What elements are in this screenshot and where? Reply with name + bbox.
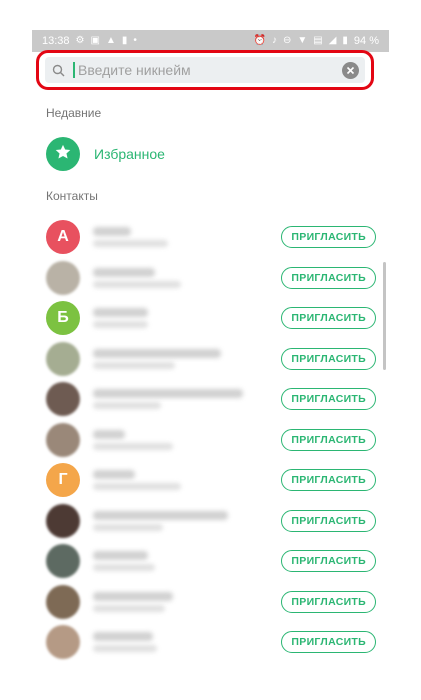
contact-row[interactable]: ПРИГЛАСИТЬ bbox=[46, 622, 376, 663]
contact-row[interactable]: Б ПРИГЛАСИТЬ bbox=[46, 298, 376, 339]
text-cursor bbox=[73, 62, 75, 78]
contact-name-blur bbox=[93, 308, 148, 318]
contact-subtitle-blur bbox=[93, 564, 155, 572]
favorites-avatar bbox=[46, 137, 80, 171]
search-icon bbox=[51, 63, 65, 77]
contact-avatar: Б bbox=[46, 301, 80, 336]
status-time: 13:38 bbox=[42, 35, 70, 47]
contact-subtitle-blur bbox=[93, 402, 161, 410]
contact-row[interactable]: ПРИГЛАСИТЬ bbox=[46, 541, 376, 582]
contact-name-blur bbox=[93, 348, 221, 358]
invite-button[interactable]: ПРИГЛАСИТЬ bbox=[281, 469, 376, 492]
invite-button[interactable]: ПРИГЛАСИТЬ bbox=[281, 307, 376, 330]
contact-name-blurred bbox=[93, 389, 281, 410]
search-bar[interactable] bbox=[45, 57, 365, 83]
contact-subtitle-blur bbox=[93, 645, 157, 653]
clear-icon[interactable] bbox=[342, 61, 359, 79]
search-highlight-frame bbox=[36, 50, 374, 90]
contact-subtitle-blur bbox=[93, 321, 148, 329]
invite-button[interactable]: ПРИГЛАСИТЬ bbox=[281, 226, 376, 249]
contact-name-blurred bbox=[93, 348, 281, 369]
contact-row[interactable]: ПРИГЛАСИТЬ bbox=[46, 379, 376, 420]
contact-avatar: Г bbox=[46, 463, 80, 498]
contact-avatar bbox=[46, 382, 80, 417]
contact-avatar bbox=[46, 341, 80, 376]
folder-icon: ▣ bbox=[90, 35, 100, 46]
mute-icon: ♪ bbox=[271, 35, 277, 46]
battery-icon: ▮ bbox=[342, 35, 348, 46]
invite-button[interactable]: ПРИГЛАСИТЬ bbox=[281, 509, 376, 532]
status-bar-left: 13:38 ⚙ ▣ ▲ ▮ • bbox=[42, 35, 137, 47]
contact-name-blur bbox=[93, 389, 243, 399]
contact-subtitle-blur bbox=[93, 280, 181, 288]
contact-name-blurred bbox=[93, 470, 281, 491]
phone-icon: ▮ bbox=[121, 35, 128, 46]
wifi-icon: ▼ bbox=[297, 35, 308, 46]
contact-avatar bbox=[46, 260, 80, 295]
search-input[interactable] bbox=[78, 62, 342, 78]
contact-row[interactable]: ПРИГЛАСИТЬ bbox=[46, 258, 376, 299]
contact-name-blurred bbox=[93, 308, 281, 329]
invite-button[interactable]: ПРИГЛАСИТЬ bbox=[281, 631, 376, 654]
contact-name-blur bbox=[93, 267, 155, 277]
invite-button[interactable]: ПРИГЛАСИТЬ bbox=[281, 347, 376, 370]
warning-icon: ▲ bbox=[105, 35, 116, 46]
contact-name-blur bbox=[93, 591, 173, 601]
contact-subtitle-blur bbox=[93, 523, 163, 531]
battery-level: 94 % bbox=[353, 35, 379, 47]
invite-button[interactable]: ПРИГЛАСИТЬ bbox=[281, 550, 376, 573]
contact-subtitle-blur bbox=[93, 604, 165, 612]
contact-name-blur bbox=[93, 510, 228, 520]
contact-name-blur bbox=[93, 470, 135, 480]
no-sim-icon: ▤ bbox=[313, 35, 323, 46]
dot-icon: • bbox=[133, 35, 137, 46]
contact-name-blur bbox=[93, 551, 148, 561]
contact-name-blurred bbox=[93, 632, 281, 653]
contact-row[interactable]: А ПРИГЛАСИТЬ bbox=[46, 217, 376, 258]
contact-name-blurred bbox=[93, 429, 281, 450]
contact-subtitle-blur bbox=[93, 240, 168, 248]
invite-button[interactable]: ПРИГЛАСИТЬ bbox=[281, 388, 376, 411]
contact-avatar bbox=[46, 584, 80, 619]
contact-row[interactable]: Г ПРИГЛАСИТЬ bbox=[46, 460, 376, 501]
contact-row[interactable]: ПРИГЛАСИТЬ bbox=[46, 582, 376, 623]
contact-row[interactable]: ПРИГЛАСИТЬ bbox=[46, 420, 376, 461]
invite-button[interactable]: ПРИГЛАСИТЬ bbox=[281, 590, 376, 613]
contact-avatar bbox=[46, 503, 80, 538]
contact-subtitle-blur bbox=[93, 442, 173, 450]
alarm-icon: ⏰ bbox=[253, 35, 266, 46]
contacts-list: А ПРИГЛАСИТЬ ПРИГЛАСИТЬ Б ПРИГЛАСИТЬ ПРИГЛАСИ… bbox=[46, 217, 376, 663]
signal-icon: ◢ bbox=[328, 35, 337, 46]
star-icon bbox=[54, 143, 72, 166]
invite-button[interactable]: ПРИГЛАСИТЬ bbox=[281, 266, 376, 289]
contacts-section-title: Контакты bbox=[46, 189, 98, 203]
sync-icon: ⚙ bbox=[75, 35, 85, 46]
favorites-item[interactable]: Избранное bbox=[46, 137, 376, 171]
contact-name-blurred bbox=[93, 591, 281, 612]
contact-avatar bbox=[46, 422, 80, 457]
status-bar: 13:38 ⚙ ▣ ▲ ▮ • ⏰ ♪ ⊖ ▼ ▤ ◢ ▮ 94 % bbox=[32, 30, 389, 52]
contact-name-blur bbox=[93, 429, 125, 439]
phone-screen: 13:38 ⚙ ▣ ▲ ▮ • ⏰ ♪ ⊖ ▼ ▤ ◢ ▮ 94 % Введи… bbox=[32, 30, 389, 670]
contact-name-blur bbox=[93, 227, 131, 237]
contact-name-blurred bbox=[93, 267, 281, 288]
contact-avatar: А bbox=[46, 220, 80, 255]
contact-subtitle-blur bbox=[93, 361, 175, 369]
contact-name-blurred bbox=[93, 227, 281, 248]
invite-button[interactable]: ПРИГЛАСИТЬ bbox=[281, 428, 376, 451]
contact-subtitle-blur bbox=[93, 483, 181, 491]
contact-name-blurred bbox=[93, 551, 281, 572]
contact-row[interactable]: ПРИГЛАСИТЬ bbox=[46, 501, 376, 542]
contact-avatar bbox=[46, 625, 80, 660]
recent-section-title: Недавние bbox=[46, 106, 102, 120]
scrollbar[interactable] bbox=[383, 262, 386, 370]
contact-row[interactable]: ПРИГЛАСИТЬ bbox=[46, 339, 376, 380]
dnd-icon: ⊖ bbox=[282, 35, 292, 46]
favorites-label: Избранное bbox=[94, 146, 165, 162]
contact-avatar bbox=[46, 544, 80, 579]
status-bar-right: ⏰ ♪ ⊖ ▼ ▤ ◢ ▮ 94 % bbox=[254, 35, 380, 47]
contact-name-blur bbox=[93, 632, 153, 642]
contact-name-blurred bbox=[93, 510, 281, 531]
